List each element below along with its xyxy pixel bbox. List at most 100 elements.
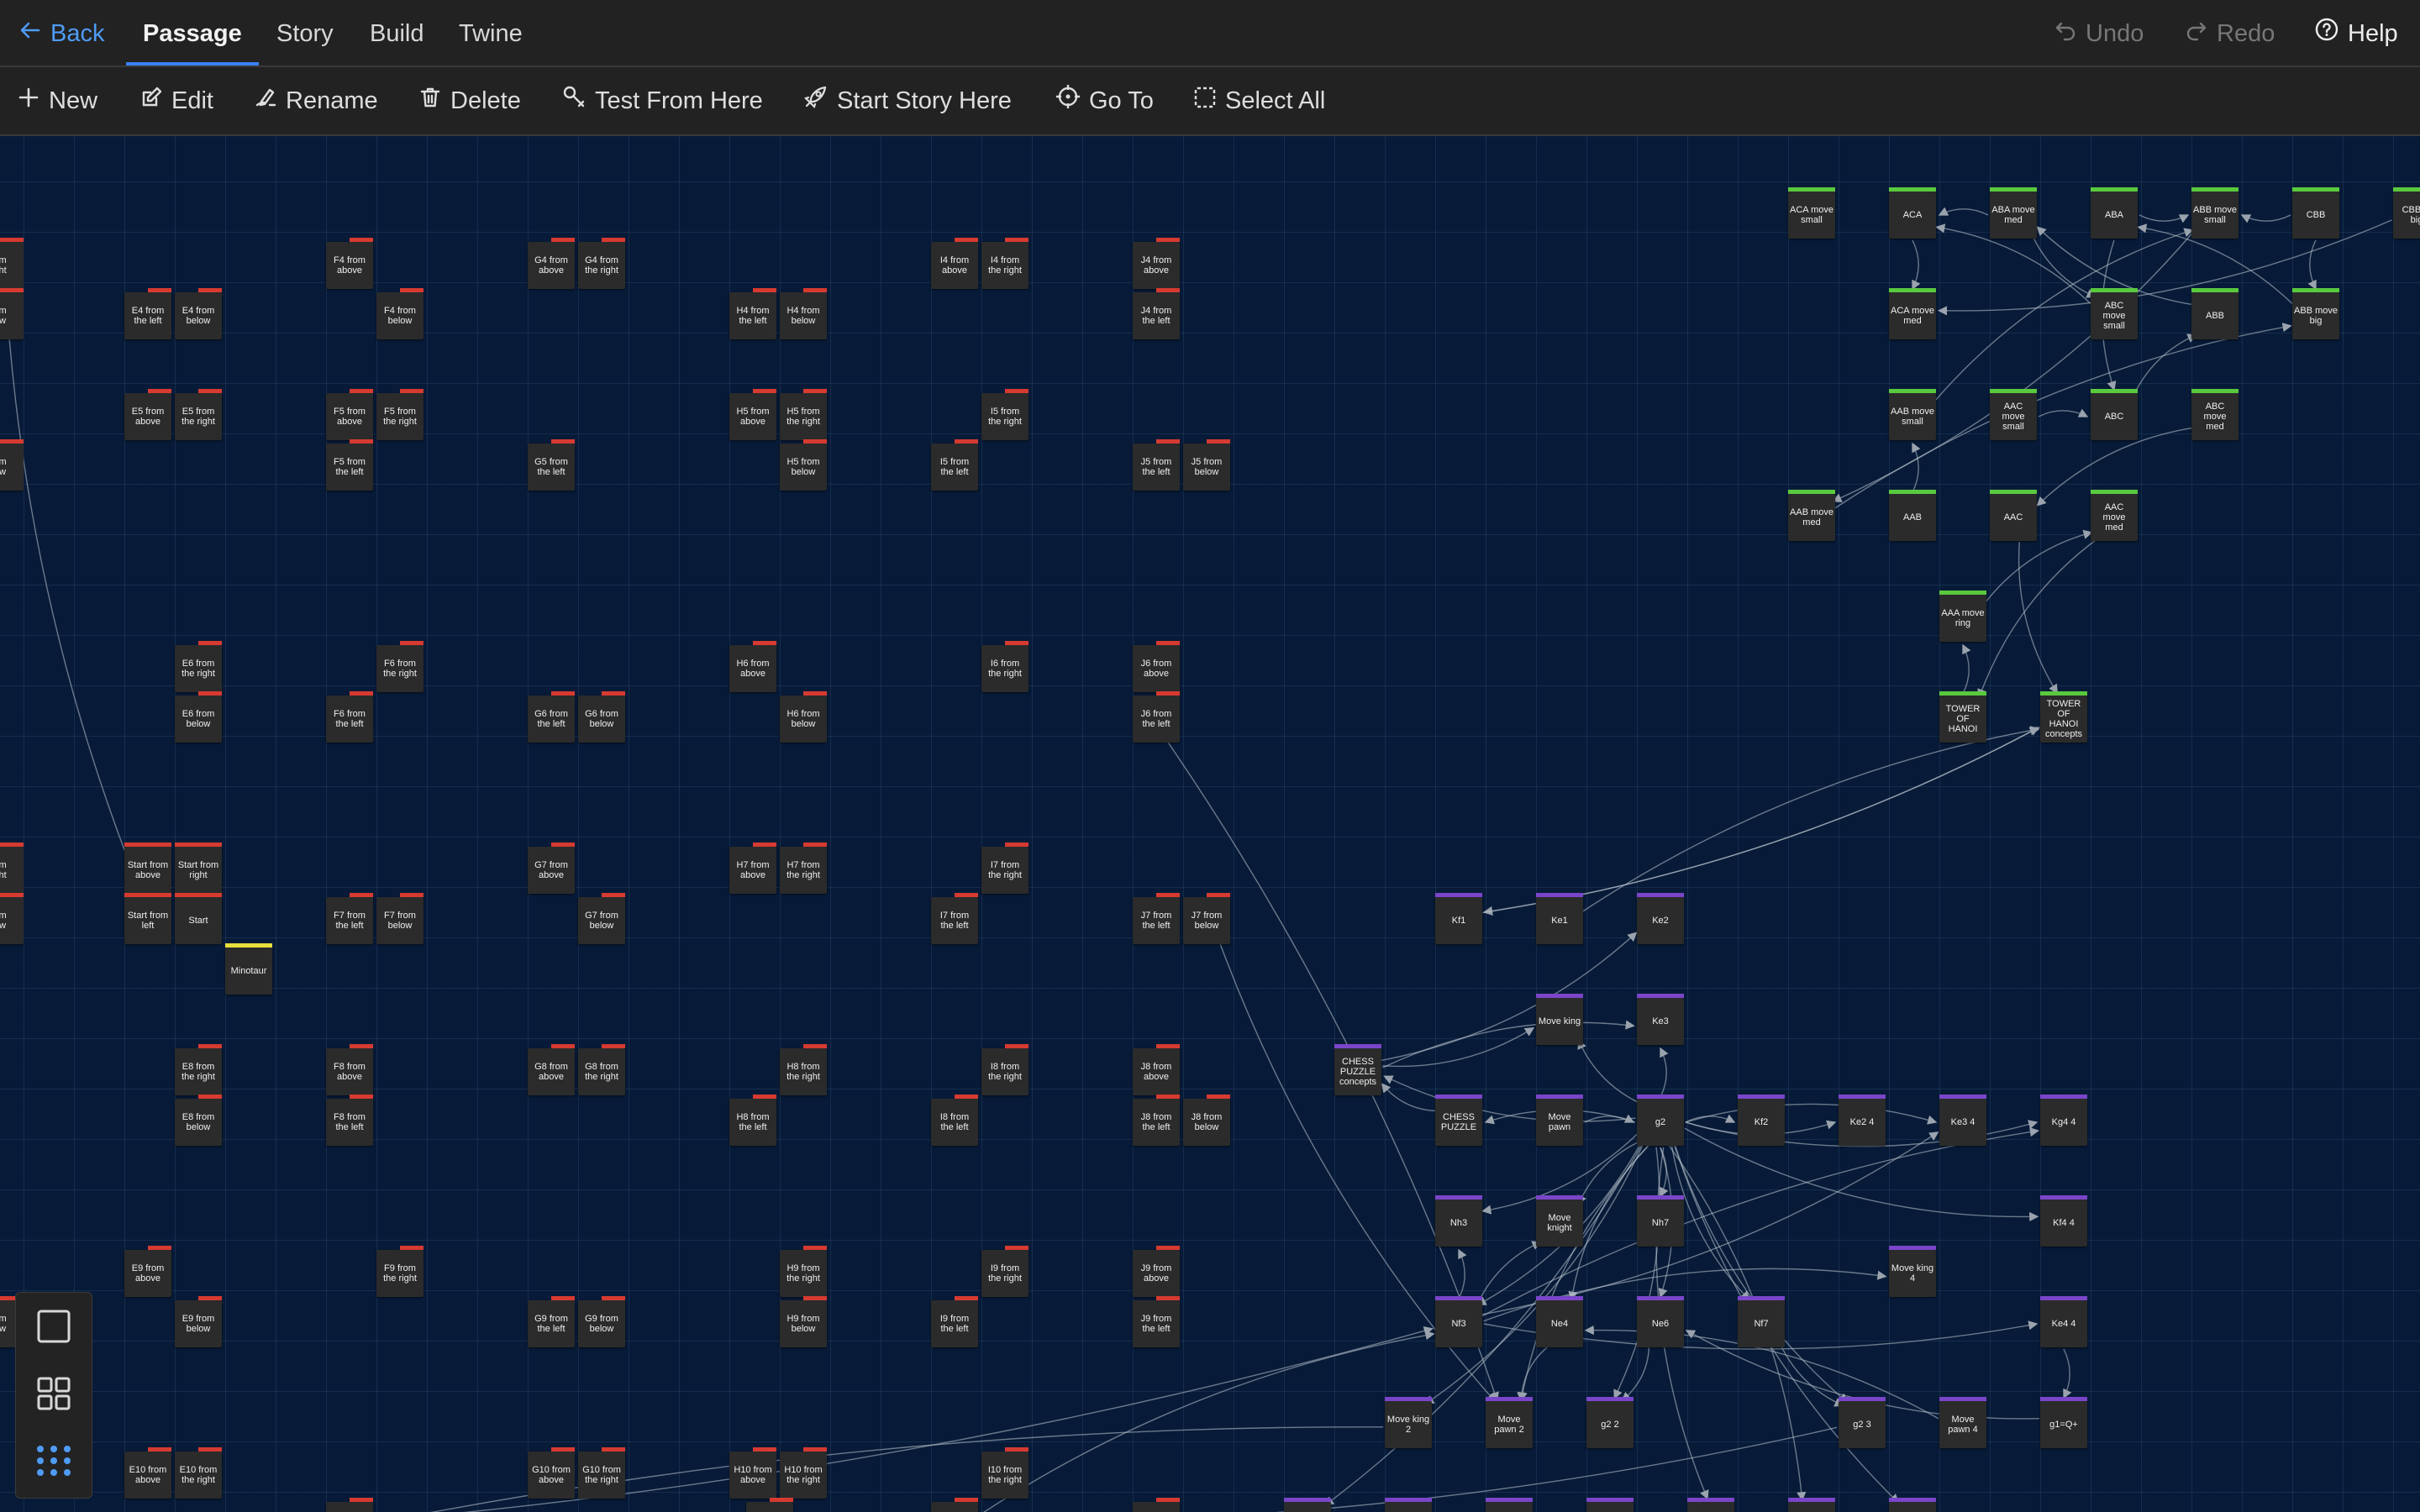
passage-card[interactable]: ACA <box>1889 187 1936 239</box>
passage-card[interactable]: Nh7 <box>1637 1195 1684 1247</box>
passage-card[interactable]: Kf4 4 <box>2040 1195 2087 1247</box>
passage-card[interactable] <box>746 1498 793 1512</box>
passage-card[interactable]: H9 from the right <box>780 1246 827 1297</box>
tab-build[interactable]: Build <box>370 0 424 66</box>
edit-button[interactable]: Edit <box>139 67 213 134</box>
zoom-largest-button[interactable] <box>16 1293 92 1360</box>
passage-card[interactable]: I7 from the left <box>931 893 978 944</box>
passage-card[interactable]: Ke4 4 <box>2040 1296 2087 1347</box>
passage-card[interactable]: H4 from below <box>780 288 827 339</box>
passage-card[interactable]: H8 from the left <box>729 1095 776 1146</box>
passage-card[interactable]: E5 from above <box>124 389 171 440</box>
passage-card[interactable]: E6 from the right <box>175 641 222 692</box>
passage-card[interactable]: I5 from the right <box>981 389 1028 440</box>
passage-card[interactable]: J4 from above <box>1133 238 1180 289</box>
passage-card[interactable]: TOWER OF HANOI concepts <box>2040 691 2087 743</box>
passage-card[interactable]: H8 from the right <box>780 1044 827 1095</box>
passage-card[interactable]: G6 from below <box>578 691 625 743</box>
passage-card[interactable]: Nf3 <box>1435 1296 1482 1347</box>
passage-card[interactable]: Ke2 <box>1637 893 1684 944</box>
passage-card[interactable]: Start from above <box>124 843 171 894</box>
passage-card[interactable]: g2 <box>1637 1095 1684 1146</box>
passage-card[interactable]: TOWER OF HANOI <box>1939 691 1986 743</box>
passage-card[interactable]: F4 from above <box>326 238 373 289</box>
passage-card[interactable] <box>1385 1498 1432 1512</box>
passage-card[interactable]: G6 from the left <box>528 691 575 743</box>
passage-card[interactable]: I10 from the right <box>981 1447 1028 1499</box>
passage-card[interactable]: F6 from the left <box>326 691 373 743</box>
passage-card[interactable]: Move pawn 4 <box>1939 1397 1986 1448</box>
passage-card[interactable]: F8 from above <box>326 1044 373 1095</box>
passage-card[interactable]: AAB move med <box>1788 490 1835 541</box>
passage-card[interactable] <box>1889 1498 1936 1512</box>
passage-card[interactable]: H4 from the left <box>729 288 776 339</box>
passage-card[interactable]: G10 from above <box>528 1447 575 1499</box>
passage-card[interactable]: ABA <box>2091 187 2138 239</box>
passage-card[interactable]: ABC move med <box>2191 389 2238 440</box>
passage-card[interactable]: Nf7 <box>1738 1296 1785 1347</box>
passage-card[interactable]: Ke2 4 <box>1839 1095 1886 1146</box>
passage-card[interactable]: ACA move small <box>1788 187 1835 239</box>
passage-card[interactable]: AAC move med <box>2091 490 2138 541</box>
passage-card[interactable]: Move knight <box>1536 1195 1583 1247</box>
passage-card[interactable]: I4 from the right <box>981 238 1028 289</box>
passage-card[interactable]: AAB move small <box>1889 389 1936 440</box>
passage-card[interactable]: H7 from the right <box>780 843 827 894</box>
passage-card[interactable]: H10 from the right <box>780 1447 827 1499</box>
passage-card[interactable]: Ne4 <box>1536 1296 1583 1347</box>
passage-card[interactable]: CBB <box>2292 187 2339 239</box>
passage-card[interactable]: J8 from above <box>1133 1044 1180 1095</box>
passage-card[interactable]: G9 from below <box>578 1296 625 1347</box>
passage-card[interactable]: omow <box>0 288 24 339</box>
passage-card[interactable]: G5 from the left <box>528 439 575 491</box>
passage-card[interactable]: H5 from the right <box>780 389 827 440</box>
passage-card[interactable]: ABB <box>2191 288 2238 339</box>
passage-card[interactable]: Minotaur <box>225 943 272 995</box>
redo-button[interactable]: Redo <box>2185 0 2275 66</box>
passage-card[interactable]: G8 from the right <box>578 1044 625 1095</box>
passage-card[interactable]: omght <box>0 843 24 894</box>
passage-card[interactable]: J8 from below <box>1183 1095 1230 1146</box>
passage-card[interactable]: Move king 4 <box>1889 1246 1936 1297</box>
passage-card[interactable]: CBB mbig <box>2393 187 2420 239</box>
passage-card[interactable]: omow <box>0 893 24 944</box>
passage-card[interactable]: Move king 2 <box>1385 1397 1432 1448</box>
passage-card[interactable]: E10 from the right <box>175 1447 222 1499</box>
passage-card[interactable]: F7 from below <box>376 893 424 944</box>
passage-card[interactable]: H9 from below <box>780 1296 827 1347</box>
passage-card[interactable]: g2 3 <box>1839 1397 1886 1448</box>
passage-card[interactable]: CHESS PUZZLE concepts <box>1334 1044 1381 1095</box>
passage-card[interactable]: G10 from the right <box>578 1447 625 1499</box>
passage-card[interactable]: J4 from the left <box>1133 288 1180 339</box>
passage-card[interactable]: F5 from above <box>326 389 373 440</box>
story-map[interactable]: omght F4 fromabove G4 fromabove G4 fromthe … <box>0 136 2420 1512</box>
passage-card[interactable]: J5 from below <box>1183 439 1230 491</box>
passage-card[interactable]: J6 from the left <box>1133 691 1180 743</box>
passage-card[interactable]: I9 from the right <box>981 1246 1028 1297</box>
passage-card[interactable]: Ke1 <box>1536 893 1583 944</box>
passage-card[interactable]: H5 from above <box>729 389 776 440</box>
passage-card[interactable]: J9 from the left <box>1133 1296 1180 1347</box>
passage-card[interactable]: E4 from below <box>175 288 222 339</box>
zoom-medium-button[interactable] <box>16 1360 92 1427</box>
rename-button[interactable]: Rename <box>254 67 378 134</box>
help-button[interactable]: Help <box>2314 0 2398 66</box>
passage-card[interactable]: H5 from below <box>780 439 827 491</box>
passage-card[interactable]: I8 from the right <box>981 1044 1028 1095</box>
passage-card[interactable]: Move pawn <box>1536 1095 1583 1146</box>
passage-card[interactable]: Kf1 <box>1435 893 1482 944</box>
passage-card[interactable]: F5 from the left <box>326 439 373 491</box>
passage-card[interactable]: ABB move big <box>2292 288 2339 339</box>
passage-card[interactable] <box>1586 1498 1634 1512</box>
passage-card[interactable]: G9 from the left <box>528 1296 575 1347</box>
passage-card[interactable]: E8 from below <box>175 1095 222 1146</box>
passage-card[interactable]: Move king <box>1536 994 1583 1045</box>
passage-card[interactable]: G4 from above <box>528 238 575 289</box>
passage-card[interactable]: AAC move small <box>1990 389 2037 440</box>
passage-card[interactable] <box>326 1498 373 1512</box>
passage-card[interactable]: Kf2 <box>1738 1095 1785 1146</box>
delete-button[interactable]: Delete <box>418 67 521 134</box>
passage-card[interactable]: AAC <box>1990 490 2037 541</box>
passage-card[interactable]: Kg4 4 <box>2040 1095 2087 1146</box>
passage-card[interactable] <box>1687 1498 1734 1512</box>
